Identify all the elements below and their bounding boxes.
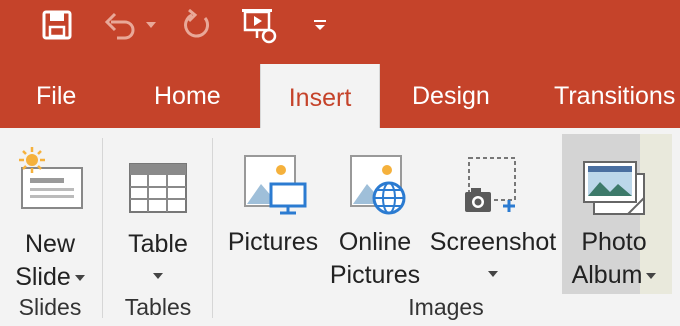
undo-dropdown-icon[interactable] [142, 6, 160, 44]
group-label-slides: Slides [18, 294, 82, 320]
chevron-down-icon [488, 271, 498, 277]
table-label: Table [128, 230, 188, 258]
online-pictures-icon [339, 134, 411, 218]
group-divider [102, 138, 103, 318]
tab-design[interactable]: Design [412, 62, 490, 128]
ribbon-panel: New Slide Table Pictures Online Pictures… [0, 128, 680, 326]
table-icon [126, 134, 190, 218]
table-button[interactable]: Table [116, 134, 200, 279]
undo-icon[interactable] [100, 6, 140, 44]
group-label-images: Images [408, 294, 484, 320]
pictures-button[interactable]: Pictures [222, 134, 324, 259]
photo-album-button[interactable]: Photo Album [562, 134, 666, 292]
pictures-label: Pictures [227, 228, 319, 256]
group-divider [212, 138, 213, 318]
tab-insert[interactable]: Insert [260, 64, 380, 130]
screenshot-icon [457, 134, 529, 218]
ribbon-tabs: File Home Insert Design Transitions [0, 62, 680, 130]
group-label-tables: Tables [124, 294, 192, 320]
photo-album-label-line2: Album [572, 259, 657, 292]
save-icon[interactable] [38, 6, 76, 44]
new-slide-label-line1: New [24, 230, 75, 258]
tab-home[interactable]: Home [154, 62, 221, 128]
redo-icon[interactable] [178, 6, 218, 44]
quick-access-toolbar [0, 0, 680, 62]
online-pictures-label-line1: Online [338, 228, 412, 256]
new-slide-button[interactable]: New Slide [6, 134, 94, 294]
photo-album-icon [578, 134, 650, 218]
tab-transitions[interactable]: Transitions [554, 62, 675, 128]
photo-album-label-line1: Photo [581, 228, 647, 256]
presentation-icon[interactable] [238, 6, 282, 44]
new-slide-label-line2: Slide [15, 261, 85, 294]
customize-toolbar-icon[interactable] [308, 6, 332, 44]
chevron-down-icon [153, 273, 163, 279]
new-slide-icon [14, 134, 86, 218]
chevron-down-icon [74, 275, 85, 282]
chevron-down-icon [646, 273, 657, 280]
online-pictures-button[interactable]: Online Pictures [326, 134, 424, 292]
tab-file[interactable]: File [36, 62, 76, 128]
online-pictures-label-line2: Pictures [329, 261, 421, 289]
screenshot-button[interactable]: Screenshot [428, 134, 558, 277]
screenshot-label: Screenshot [429, 228, 557, 256]
pictures-icon [237, 134, 309, 218]
